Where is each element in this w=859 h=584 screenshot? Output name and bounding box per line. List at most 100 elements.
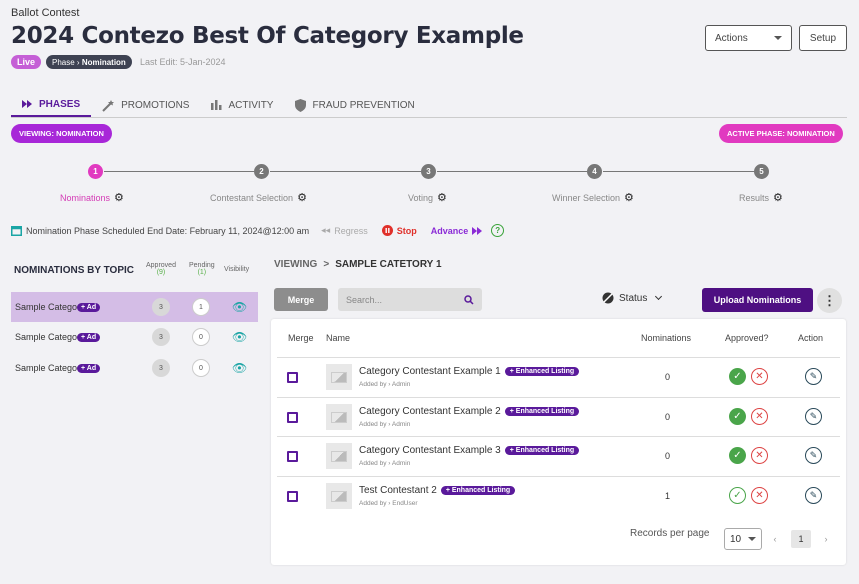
eye-icon[interactable]: 👁 bbox=[232, 361, 247, 375]
upload-nominations-button[interactable]: Upload Nominations bbox=[702, 288, 813, 312]
table-row: Category Contestant Example 1 + Enhanced … bbox=[277, 357, 840, 396]
topic-row[interactable]: Sample Category 1 + Ad 3 1 👁 bbox=[11, 292, 258, 322]
approve-check-icon[interactable]: ✓ bbox=[729, 487, 746, 504]
step-3-number[interactable]: 3 bbox=[421, 164, 436, 179]
table-row: Test Contestant 2 + Enhanced Listing Adde… bbox=[277, 476, 840, 515]
setup-button[interactable]: Setup bbox=[799, 25, 847, 51]
table-row: Category Contestant Example 2 + Enhanced … bbox=[277, 397, 840, 436]
eye-icon[interactable]: 👁 bbox=[232, 330, 247, 344]
topic-name: Sample Category 1 bbox=[15, 302, 77, 312]
step-voting[interactable]: Voting ⚙ bbox=[408, 191, 447, 204]
tab-activity[interactable]: ACTIVITY bbox=[200, 93, 284, 117]
magic-wand-icon bbox=[102, 99, 115, 112]
step-results[interactable]: Results ⚙ bbox=[739, 191, 783, 204]
merge-checkbox[interactable] bbox=[287, 451, 298, 462]
tab-promotions[interactable]: PROMOTIONS bbox=[91, 93, 200, 117]
approve-check-icon[interactable]: ✓ bbox=[729, 447, 746, 464]
step-label: Nominations bbox=[60, 192, 111, 203]
ad-badge[interactable]: + Ad bbox=[77, 332, 101, 342]
tab-fraud-prevention-label: FRAUD PREVENTION bbox=[312, 99, 415, 111]
enhanced-listing-badge[interactable]: + Enhanced Listing bbox=[504, 446, 580, 455]
nominations-by-topic-title: NOMINATIONS BY TOPIC bbox=[14, 265, 135, 276]
advance-button[interactable]: Advance bbox=[431, 226, 484, 236]
merge-checkbox[interactable] bbox=[287, 372, 298, 383]
help-icon[interactable]: ? bbox=[491, 224, 505, 237]
eye-icon[interactable]: 👁 bbox=[232, 300, 247, 314]
reject-x-icon[interactable]: ✕ bbox=[751, 368, 768, 385]
contestant-name[interactable]: Category Contestant Example 2 + Enhanced … bbox=[359, 406, 580, 417]
topic-row[interactable]: Sample Category 3 + Ad 3 0 👁 bbox=[11, 353, 258, 383]
contestant-name[interactable]: Test Contestant 2 + Enhanced Listing bbox=[359, 485, 516, 496]
edit-pencil-icon[interactable]: ✎ bbox=[805, 368, 822, 385]
step-nominations[interactable]: Nominations ⚙ bbox=[60, 191, 124, 204]
nominations-count: 0 bbox=[665, 451, 671, 461]
step-label: Winner Selection bbox=[552, 192, 621, 203]
reject-x-icon[interactable]: ✕ bbox=[751, 447, 768, 464]
reject-x-icon[interactable]: ✕ bbox=[751, 487, 768, 504]
edit-pencil-icon[interactable]: ✎ bbox=[805, 487, 822, 504]
search-icon[interactable] bbox=[464, 294, 474, 305]
live-badge: Live bbox=[11, 55, 42, 69]
actions-label: Actions bbox=[715, 32, 748, 44]
contestant-name-text: Category Contestant Example 2 bbox=[359, 406, 501, 417]
image-placeholder-icon bbox=[326, 404, 352, 430]
merge-button[interactable]: Merge bbox=[274, 288, 328, 311]
more-options-icon[interactable]: ⋮ bbox=[817, 288, 842, 313]
nominations-count: 1 bbox=[665, 491, 671, 501]
step-5-number[interactable]: 5 bbox=[754, 164, 769, 179]
topic-name: Sample Category 2 bbox=[15, 332, 77, 342]
next-page-icon[interactable]: › bbox=[816, 530, 836, 548]
nominations-count: 0 bbox=[665, 412, 671, 422]
prev-page-icon[interactable]: ‹ bbox=[765, 530, 785, 548]
approved-count-badge: 3 bbox=[152, 298, 170, 316]
gear-icon[interactable]: ⚙ bbox=[773, 191, 783, 204]
merge-column-header: Merge bbox=[288, 333, 314, 343]
step-label: Voting bbox=[408, 192, 434, 203]
approved-column-header: Approved (9) bbox=[146, 262, 176, 276]
ad-badge[interactable]: + Ad bbox=[77, 363, 101, 373]
records-per-page-label: Records per page bbox=[630, 528, 710, 539]
stop-button[interactable]: Stop bbox=[381, 225, 417, 236]
step-2-number[interactable]: 2 bbox=[254, 164, 269, 179]
ad-badge[interactable]: + Ad bbox=[77, 302, 101, 312]
gear-icon[interactable]: ⚙ bbox=[297, 191, 307, 204]
topic-name: Sample Category 3 bbox=[15, 363, 77, 373]
edit-pencil-icon[interactable]: ✎ bbox=[805, 408, 822, 425]
topic-row[interactable]: Sample Category 2 + Ad 3 0 👁 bbox=[11, 322, 258, 352]
edit-pencil-icon[interactable]: ✎ bbox=[805, 447, 822, 464]
image-placeholder-icon bbox=[326, 443, 352, 469]
active-phase-pill[interactable]: ACTIVE PHASE: NOMINATION bbox=[719, 124, 843, 143]
approve-check-icon[interactable]: ✓ bbox=[729, 408, 746, 425]
gear-icon[interactable]: ⚙ bbox=[114, 191, 124, 204]
page-number[interactable]: 1 bbox=[791, 530, 811, 548]
enhanced-listing-badge[interactable]: + Enhanced Listing bbox=[504, 367, 580, 376]
approve-check-icon[interactable]: ✓ bbox=[729, 368, 746, 385]
merge-checkbox[interactable] bbox=[287, 491, 298, 502]
merge-checkbox[interactable] bbox=[287, 412, 298, 423]
contestant-name[interactable]: Category Contestant Example 1 + Enhanced … bbox=[359, 366, 580, 377]
tab-phases[interactable]: PHASES bbox=[11, 93, 92, 117]
chevron-down-icon bbox=[774, 36, 782, 40]
tab-fraud-prevention[interactable]: FRAUD PREVENTION bbox=[284, 93, 425, 117]
contestant-name-text: Category Contestant Example 1 bbox=[359, 366, 501, 377]
search-placeholder: Search... bbox=[346, 294, 383, 305]
approved-column-header: Approved? bbox=[725, 333, 769, 343]
search-input[interactable]: Search... bbox=[338, 288, 482, 311]
actions-dropdown[interactable]: Actions bbox=[705, 25, 792, 51]
gear-icon[interactable]: ⚙ bbox=[437, 191, 447, 204]
step-1-number[interactable]: 1 bbox=[88, 164, 103, 179]
image-placeholder-icon bbox=[326, 364, 352, 390]
regress-button[interactable]: ◂◂ Regress bbox=[321, 225, 368, 236]
contestant-name[interactable]: Category Contestant Example 3 + Enhanced … bbox=[359, 445, 580, 456]
step-winner-selection[interactable]: Winner Selection ⚙ bbox=[552, 191, 634, 204]
enhanced-listing-badge[interactable]: + Enhanced Listing bbox=[440, 486, 516, 495]
step-4-number[interactable]: 4 bbox=[587, 164, 602, 179]
tab-phases-label: PHASES bbox=[39, 98, 81, 110]
status-filter[interactable]: Status bbox=[602, 292, 663, 304]
gear-icon[interactable]: ⚙ bbox=[624, 191, 634, 204]
viewing-phase-pill[interactable]: VIEWING: NOMINATION bbox=[11, 124, 112, 143]
reject-x-icon[interactable]: ✕ bbox=[751, 408, 768, 425]
enhanced-listing-badge[interactable]: + Enhanced Listing bbox=[504, 407, 580, 416]
step-contestant-selection[interactable]: Contestant Selection ⚙ bbox=[210, 191, 307, 204]
records-per-page-select[interactable]: 10 bbox=[724, 528, 762, 550]
